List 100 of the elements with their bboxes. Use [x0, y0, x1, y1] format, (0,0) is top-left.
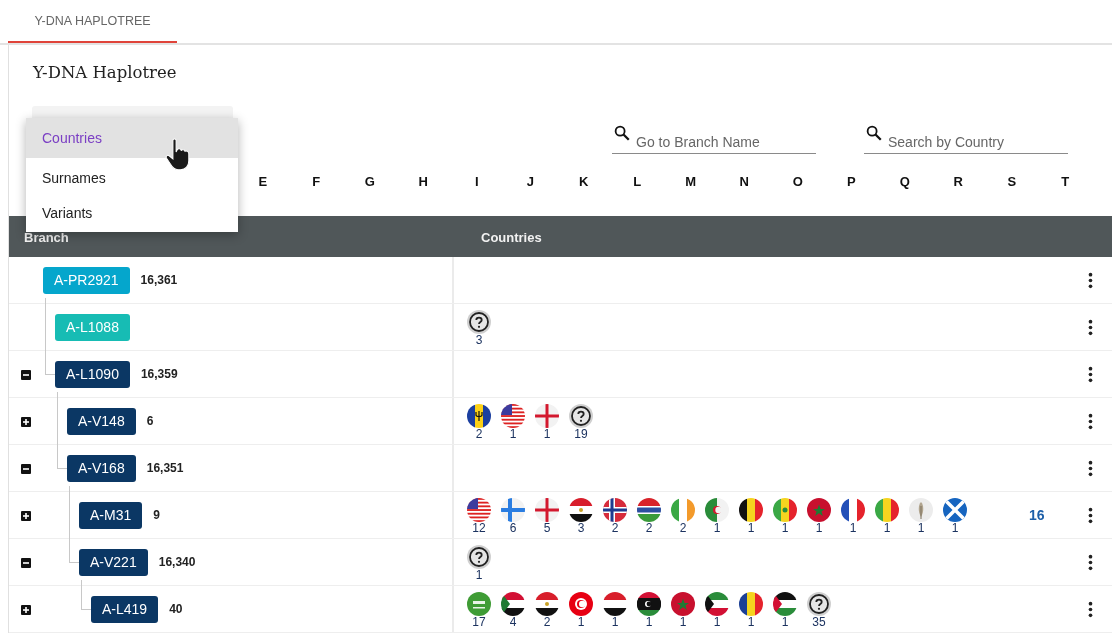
country-count: 1 [815, 521, 823, 535]
feather-icon[interactable] [909, 497, 933, 522]
tab[interactable]: Y-DNA HAPLOTREE [8, 0, 177, 43]
letter-link[interactable]: S [985, 174, 1039, 189]
country-count: 1 [509, 427, 517, 441]
more-options-icon[interactable] [1088, 507, 1093, 524]
flag-icon[interactable] [841, 497, 865, 522]
more-options-icon[interactable] [1088, 319, 1093, 336]
branch-count: 16,351 [146, 461, 184, 475]
more-options-icon[interactable] [1088, 554, 1093, 571]
letter-link[interactable]: N [717, 174, 771, 189]
country-count: 1 [747, 615, 755, 629]
letter-link[interactable]: Q [878, 174, 932, 189]
letter-link[interactable]: L [610, 174, 664, 189]
branch-button[interactable]: A-V168 [67, 454, 136, 482]
branch-button[interactable]: A-L1090 [55, 360, 130, 388]
country-count: 3 [475, 333, 483, 347]
branch-button[interactable]: A-L419 [91, 595, 159, 623]
country-count: 6 [509, 521, 517, 535]
country-count: 19 [574, 427, 588, 441]
question-icon[interactable] [807, 591, 831, 616]
letter-link[interactable]: I [450, 174, 504, 189]
collapse-icon[interactable] [21, 558, 31, 568]
letter-link[interactable]: E [236, 174, 290, 189]
country-count: 2 [543, 615, 551, 629]
menu-item[interactable]: Variants [26, 198, 238, 232]
flag-icon[interactable] [807, 497, 831, 522]
branch-button[interactable]: A-M31 [79, 501, 143, 529]
country-count: 1 [883, 521, 891, 535]
letter-link[interactable]: R [931, 174, 985, 189]
country-count: 2 [611, 521, 619, 535]
country-count: 1 [951, 521, 959, 535]
expand-icon[interactable] [21, 417, 31, 427]
page-title: Y-DNA Haplotree [31, 62, 178, 84]
branch-count: 40 [169, 602, 183, 616]
flag-icon[interactable] [705, 591, 729, 616]
flag-icon[interactable] [671, 591, 695, 616]
collapse-icon[interactable] [21, 370, 31, 380]
letter-link[interactable]: F [289, 174, 343, 189]
letter-link[interactable]: K [557, 174, 611, 189]
column-header: Countries [480, 230, 542, 247]
country-count: 2 [475, 427, 483, 441]
letter-link[interactable]: T [1038, 174, 1092, 189]
country-count: 5 [543, 521, 551, 535]
branch-button[interactable]: A-V221 [79, 548, 148, 576]
country-count: 1 [917, 521, 925, 535]
branch-count: 16,361 [140, 273, 178, 287]
flag-icon[interactable] [501, 591, 525, 616]
country-count: 1 [475, 568, 483, 582]
flag-icon[interactable] [603, 497, 627, 522]
search-icon [865, 124, 883, 142]
country-count: 1 [849, 521, 857, 535]
collapse-icon[interactable] [21, 464, 31, 474]
branch-count: 16,340 [158, 555, 196, 569]
menu-item[interactable]: Countries [26, 118, 238, 158]
column-header: Branch [23, 230, 70, 247]
country-count: 1 [747, 521, 755, 535]
more-options-icon[interactable] [1088, 460, 1093, 477]
more-options-icon[interactable] [1088, 366, 1093, 383]
expand-icon[interactable] [21, 605, 31, 615]
letter-link[interactable]: M [664, 174, 718, 189]
country-count: 1 [577, 615, 585, 629]
country-count: 1 [543, 427, 551, 441]
expand-icon[interactable] [21, 511, 31, 521]
letter-link[interactable]: J [503, 174, 557, 189]
branch-count: 9 [153, 508, 160, 522]
country-count: 4 [509, 615, 517, 629]
country-count: 35 [812, 615, 826, 629]
more-options-icon[interactable] [1088, 413, 1093, 430]
flag-icon[interactable] [637, 497, 661, 522]
country-count: 1 [611, 615, 619, 629]
flag-icon[interactable] [773, 591, 797, 616]
flag-icon[interactable] [739, 497, 763, 522]
flag-icon[interactable] [467, 403, 491, 428]
letter-link[interactable]: G [343, 174, 397, 189]
letter-link[interactable]: O [771, 174, 825, 189]
country-count: 12 [472, 521, 486, 535]
question-icon[interactable] [569, 403, 593, 428]
flag-icon[interactable] [739, 591, 763, 616]
country-count: 1 [645, 615, 653, 629]
flag-icon[interactable] [535, 591, 559, 616]
flag-icon[interactable] [603, 591, 627, 616]
flag-icon[interactable] [467, 497, 491, 522]
country-count: 3 [577, 521, 585, 535]
search-icon [613, 124, 631, 142]
flag-icon[interactable] [569, 497, 593, 522]
branch-button[interactable]: A-V148 [67, 407, 136, 435]
flag-icon[interactable] [637, 591, 661, 616]
country-count: 1 [713, 615, 721, 629]
more-options-icon[interactable] [1088, 272, 1093, 289]
more-options-icon[interactable] [1088, 601, 1093, 618]
more-link[interactable]: 16 [1029, 507, 1045, 523]
country-count: 17 [472, 615, 486, 629]
hand-cursor-icon [165, 138, 191, 171]
question-icon[interactable] [467, 309, 491, 334]
menu-item[interactable]: Surnames [26, 158, 238, 198]
letter-link[interactable]: P [824, 174, 878, 189]
flag-icon[interactable] [501, 403, 525, 428]
question-icon[interactable] [467, 544, 491, 569]
letter-link[interactable]: H [396, 174, 450, 189]
